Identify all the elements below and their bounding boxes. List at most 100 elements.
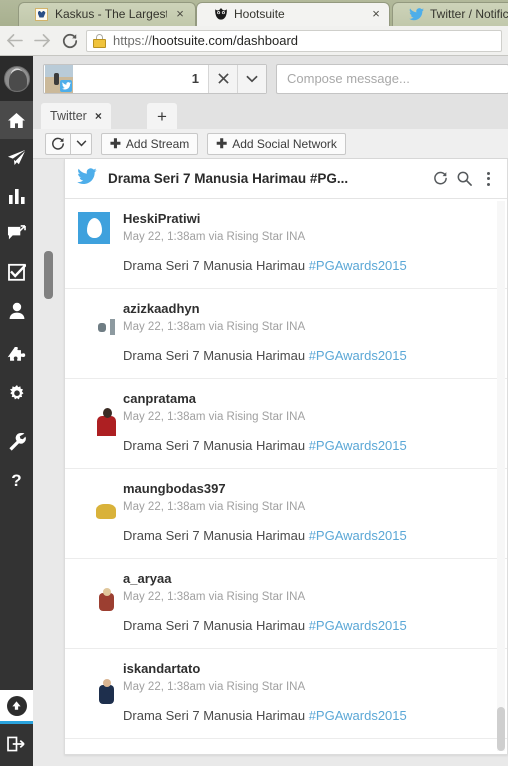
sidebar-item-tools[interactable] <box>0 423 33 461</box>
tweet-author[interactable]: a_aryaa <box>123 571 495 587</box>
left-sidebar: ? <box>0 56 33 766</box>
close-icon[interactable]: × <box>369 7 383 21</box>
social-profile-selector[interactable]: 1 <box>43 63 267 94</box>
list-item[interactable]: a_aryaa May 22, 1:38am via Rising Star I… <box>65 559 507 649</box>
tweet-author[interactable]: azizkaadhyn <box>123 301 495 317</box>
streams-area: Drama Seri 7 Manusia Harimau #PG... Hesk… <box>33 159 508 766</box>
browser-tab-strip: Kaskus - The Largest Indo × Hootsuite × … <box>0 0 508 26</box>
list-item[interactable]: canpratama May 22, 1:38am via Rising Sta… <box>65 379 507 469</box>
sidebar-item-tasks[interactable] <box>0 253 33 291</box>
add-social-network-label: Add Social Network <box>232 136 337 151</box>
clear-profiles-button[interactable] <box>208 64 237 93</box>
refresh-options-button[interactable] <box>70 132 92 155</box>
sidebar-item-publisher[interactable] <box>0 139 33 177</box>
wrench-icon <box>8 433 26 451</box>
list-item[interactable]: maungbodas397 May 22, 1:38am via Rising … <box>65 469 507 559</box>
bar-chart-icon <box>8 188 26 205</box>
hashtag-link[interactable]: #PGAwards2015 <box>309 438 407 453</box>
reload-icon[interactable] <box>56 27 84 55</box>
plus-icon: ✚ <box>110 135 121 151</box>
avatar[interactable] <box>78 212 110 244</box>
sidebar-collapse-button[interactable] <box>0 690 33 724</box>
sidebar-items: ? <box>0 101 33 499</box>
tweet-text: Drama Seri 7 Manusia Harimau #PGAwards20… <box>123 437 495 454</box>
stream-header: Drama Seri 7 Manusia Harimau #PG... <box>65 159 507 199</box>
search-icon[interactable] <box>453 168 475 190</box>
tweet-text: Drama Seri 7 Manusia Harimau #PGAwards20… <box>123 617 495 634</box>
browser-tab-hootsuite-content[interactable]: Hootsuite × <box>203 2 389 26</box>
tweet-body: Drama Seri 7 Manusia Harimau <box>123 618 309 633</box>
tweet-timestamp: May 22, 1:38am via Rising Star INA <box>123 501 306 513</box>
tweet-timestamp: May 22, 1:38am via Rising Star INA <box>123 231 306 243</box>
tweet-author[interactable]: maungbodas397 <box>123 481 495 497</box>
hashtag-link[interactable]: #PGAwards2015 <box>309 708 407 723</box>
stream-tab-twitter[interactable]: Twitter × <box>41 103 111 129</box>
tweet-author[interactable]: canpratama <box>123 391 495 407</box>
compose-message-input[interactable]: Compose message... <box>276 63 508 94</box>
add-stream-button[interactable]: ✚ Add Stream <box>101 132 199 155</box>
address-bar[interactable]: https://hootsuite.com/dashboard <box>86 29 502 52</box>
browser-tab-twitter-content[interactable]: Twitter / Notifica <box>399 2 508 26</box>
sidebar-item-assignments[interactable] <box>0 215 33 253</box>
avatar[interactable] <box>3 65 30 92</box>
person-icon <box>9 302 25 319</box>
home-icon <box>7 112 26 129</box>
sidebar-signout-button[interactable] <box>0 727 33 766</box>
sidebar-item-streams[interactable] <box>0 101 33 139</box>
tweet-author[interactable]: iskandartato <box>123 661 495 677</box>
compose-bar: 1 Compose message... <box>33 56 508 101</box>
add-tab-button[interactable]: + <box>147 103 177 129</box>
sidebar-item-settings[interactable] <box>0 375 33 413</box>
browser-tab-label: Kaskus - The Largest Indo <box>55 7 167 21</box>
sidebar-item-analytics[interactable] <box>0 177 33 215</box>
stream-scrollbar-thumb[interactable] <box>497 707 505 751</box>
close-icon[interactable]: × <box>173 7 187 21</box>
selected-profile-count: 1 <box>191 71 199 86</box>
refresh-icon[interactable] <box>429 168 451 190</box>
add-stream-label: Add Stream <box>125 136 190 151</box>
checkbox-icon <box>7 263 26 281</box>
stream-column: Drama Seri 7 Manusia Harimau #PG... Hesk… <box>64 159 508 755</box>
puzzle-piece-icon <box>7 347 26 365</box>
list-item[interactable]: iskandartato May 22, 1:38am via Rising S… <box>65 649 507 739</box>
hashtag-link[interactable]: #PGAwards2015 <box>309 528 407 543</box>
hashtag-link[interactable]: #PGAwards2015 <box>309 258 407 273</box>
hashtag-link[interactable]: #PGAwards2015 <box>309 618 407 633</box>
tweet-text: Drama Seri 7 Manusia Harimau #PGAwards20… <box>123 257 495 274</box>
tweet-author[interactable]: HeskiPratiwi <box>123 211 495 227</box>
tweet-timestamp: May 22, 1:38am via Rising Star INA <box>123 591 306 603</box>
close-icon[interactable]: × <box>95 109 102 123</box>
question-mark-icon: ? <box>11 470 22 490</box>
stream-scrollbar-track[interactable] <box>497 201 505 751</box>
kebab-menu-icon[interactable] <box>477 168 499 190</box>
chevron-down-icon[interactable] <box>237 64 266 93</box>
browser-tab-label: Hootsuite <box>234 7 285 21</box>
url-host: hootsuite.com <box>152 33 233 48</box>
stream-tweet-list: HeskiPratiwi May 22, 1:38am via Rising S… <box>65 199 507 753</box>
browser-toolbar: https://hootsuite.com/dashboard <box>0 26 508 56</box>
sidebar-item-app-directory[interactable] <box>0 337 33 375</box>
stream-action-bar: ✚ Add Stream ✚ Add Social Network <box>33 129 508 159</box>
tweet-text: Drama Seri 7 Manusia Harimau #PGAwards20… <box>123 707 495 724</box>
refresh-all-button[interactable] <box>45 132 70 155</box>
hashtag-link[interactable]: #PGAwards2015 <box>309 348 407 363</box>
add-social-network-button[interactable]: ✚ Add Social Network <box>207 132 346 155</box>
list-item[interactable]: azizkaadhyn May 22, 1:38am via Rising St… <box>65 289 507 379</box>
tweet-body: Drama Seri 7 Manusia Harimau <box>123 708 309 723</box>
tweet-text: Drama Seri 7 Manusia Harimau #PGAwards20… <box>123 347 495 364</box>
arrow-left-icon[interactable] <box>0 27 28 55</box>
sidebar-item-contacts[interactable] <box>0 291 33 329</box>
browser-tab-kaskus-content[interactable]: Kaskus - The Largest Indo × <box>24 2 194 26</box>
list-item[interactable]: HeskiPratiwi May 22, 1:38am via Rising S… <box>65 199 507 289</box>
owl-icon <box>213 7 228 22</box>
tweet-text: Drama Seri 7 Manusia Harimau #PGAwards20… <box>123 527 495 544</box>
twitter-bird-icon <box>409 7 424 22</box>
stream-title: Drama Seri 7 Manusia Harimau #PG... <box>108 171 349 186</box>
sidebar-bottom <box>0 690 33 766</box>
scrollbar-thumb[interactable] <box>44 251 53 299</box>
streams-horizontal-scrollbar[interactable] <box>44 159 53 766</box>
sidebar-avatar-area[interactable] <box>0 56 33 101</box>
sidebar-item-help[interactable]: ? <box>0 461 33 499</box>
social-profile-thumbnail <box>45 64 73 93</box>
arrow-right-icon[interactable] <box>28 27 56 55</box>
